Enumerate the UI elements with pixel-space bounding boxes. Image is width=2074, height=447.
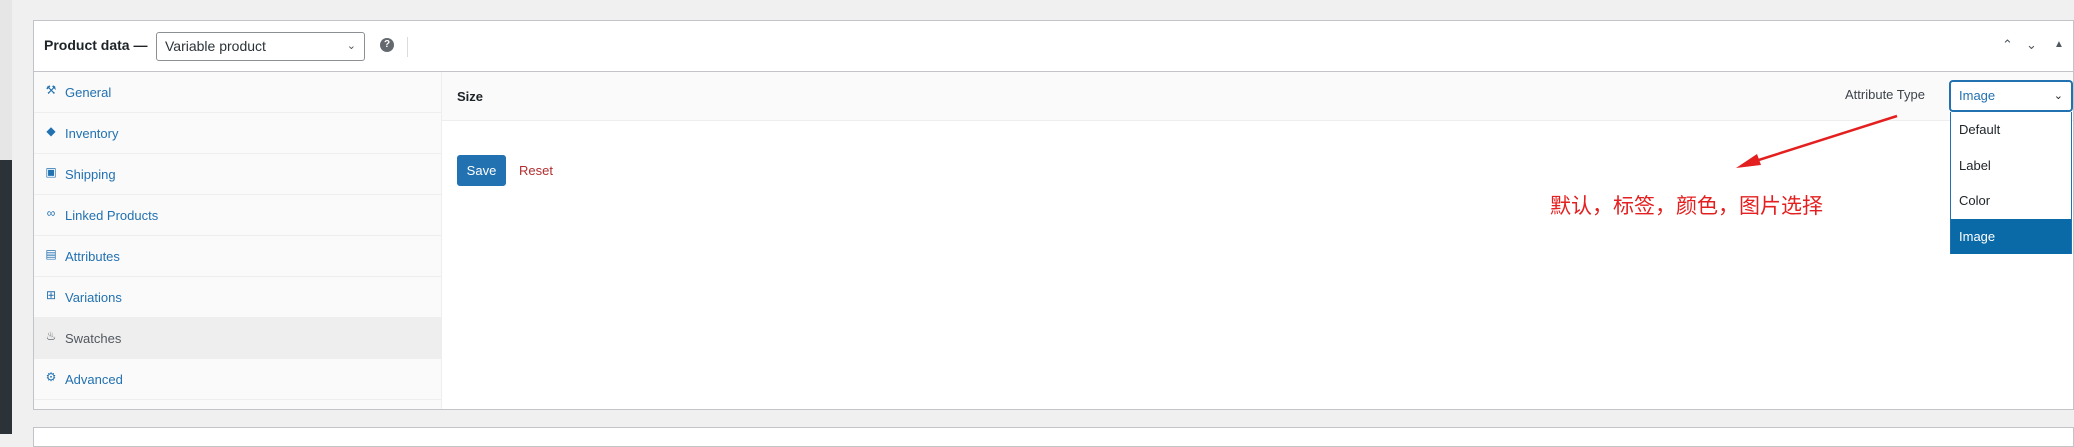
annotation-arrow-head bbox=[1736, 154, 1761, 168]
next-postbox bbox=[33, 427, 2074, 447]
annotation-text: 默认，标签，颜色，图片选择 bbox=[1550, 194, 1823, 218]
annotation-arrow-line bbox=[1745, 114, 1898, 166]
